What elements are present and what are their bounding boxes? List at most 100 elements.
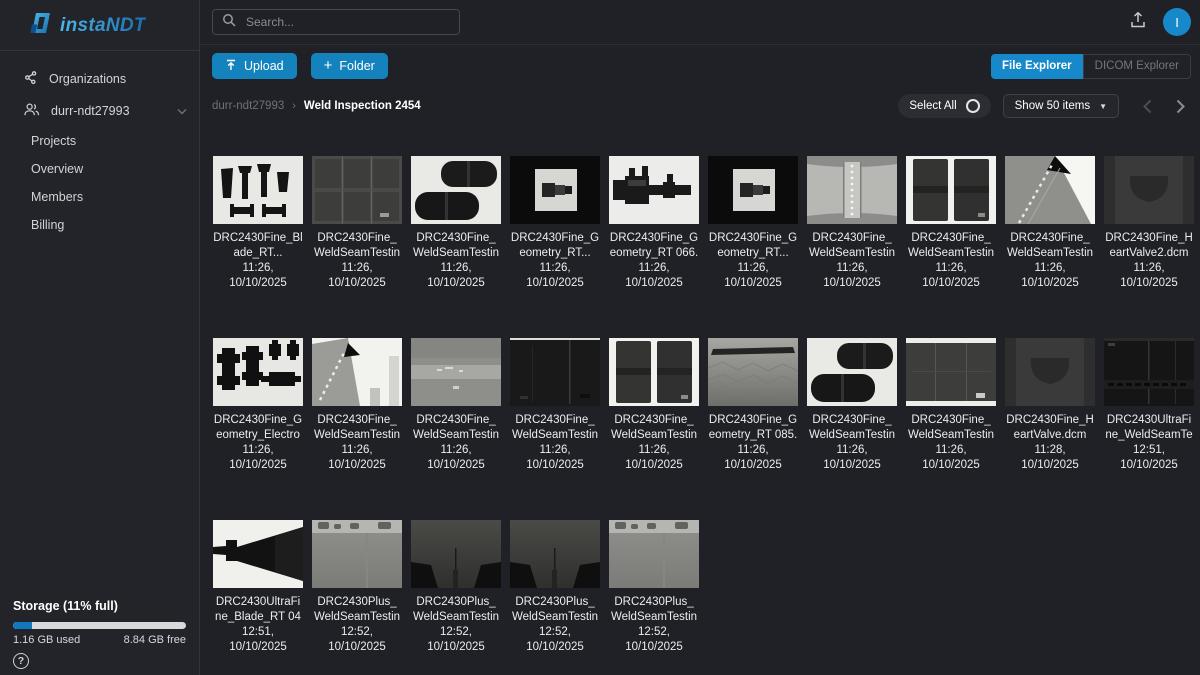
file-card[interactable]: DRC2430Plus_WeldSeamTesting_Inc...12:52,… <box>312 520 402 655</box>
file-card[interactable]: DRC2430Fine_HeartValve2.dcm11:26, 10/10/… <box>1104 156 1194 291</box>
file-timestamp: 11:26, 10/10/2025 <box>411 261 501 291</box>
breadcrumb-parent[interactable]: durr-ndt27993 <box>212 100 284 112</box>
file-thumbnail[interactable] <box>510 338 600 406</box>
file-name: DRC2430Plus_WeldSeamTesting_Inc... <box>609 595 699 625</box>
prev-page-button[interactable] <box>1143 99 1152 114</box>
file-thumbnail[interactable] <box>411 338 501 406</box>
file-grid: DRC2430Fine_Blade_RT...11:26, 10/10/2025… <box>200 126 1200 655</box>
file-timestamp: 12:52, 10/10/2025 <box>411 625 501 655</box>
file-timestamp: 11:26, 10/10/2025 <box>411 443 501 473</box>
file-thumbnail[interactable] <box>213 156 303 224</box>
file-thumbnail[interactable] <box>312 156 402 224</box>
file-card[interactable]: DRC2430Fine_WeldSeamTesting_RT...11:26, … <box>411 156 501 291</box>
file-thumbnail[interactable] <box>510 520 600 588</box>
sidebar-item-projects[interactable]: Projects <box>0 127 199 155</box>
file-card[interactable]: DRC2430Fine_WeldSeamTesting_RT...11:26, … <box>807 338 897 473</box>
app-window: instaNDT Organizations <box>0 0 1200 675</box>
file-name: DRC2430Fine_Geometry_Electronic... <box>213 413 303 443</box>
file-thumbnail[interactable] <box>411 520 501 588</box>
file-thumbnail[interactable] <box>807 156 897 224</box>
show-items-dropdown[interactable]: Show 50 items ▼ <box>1003 94 1119 118</box>
file-name: DRC2430Fine_WeldSeamTesting_RT... <box>906 231 996 261</box>
file-timestamp: 11:26, 10/10/2025 <box>807 261 897 291</box>
file-thumbnail[interactable] <box>1005 156 1095 224</box>
file-thumbnail[interactable] <box>411 156 501 224</box>
file-card[interactable]: DRC2430Fine_HeartValve.dcm11:28, 10/10/2… <box>1005 338 1095 473</box>
file-card[interactable]: DRC2430Fine_WeldSeamTesting_RT...11:26, … <box>609 338 699 473</box>
file-card[interactable]: DRC2430Plus_WeldSeamTesting_Inc...12:52,… <box>609 520 699 655</box>
topbar: I <box>200 0 1200 45</box>
file-card[interactable]: DRC2430Fine_WeldSeamTesting_RT...11:26, … <box>906 338 996 473</box>
upload-button[interactable]: Upload <box>212 53 297 79</box>
file-timestamp: 11:26, 10/10/2025 <box>213 261 303 291</box>
file-thumbnail[interactable] <box>312 520 402 588</box>
sidebar-item-organizations[interactable]: Organizations <box>0 63 199 95</box>
file-card[interactable]: DRC2430UltraFine_Blade_RT 047.dcm12:51, … <box>213 520 303 655</box>
new-folder-button[interactable]: + Folder <box>311 53 388 79</box>
sidebar-item-billing[interactable]: Billing <box>0 211 199 239</box>
file-timestamp: 11:26, 10/10/2025 <box>906 261 996 291</box>
search-input[interactable] <box>244 14 450 30</box>
file-card[interactable]: DRC2430Fine_WeldSeamTesting_RT...11:26, … <box>312 156 402 291</box>
main-content: I Upload + Folder File Explorer DICOM Ex… <box>200 0 1200 675</box>
file-thumbnail[interactable] <box>213 520 303 588</box>
file-name: DRC2430Fine_WeldSeamTesting_350... <box>1005 231 1095 261</box>
file-name: DRC2430Fine_Geometry_RT 085.dcm <box>708 413 798 443</box>
file-card[interactable]: DRC2430Fine_Geometry_RT...11:26, 10/10/2… <box>510 156 600 291</box>
explorer-tabs: File Explorer DICOM Explorer <box>991 54 1191 79</box>
file-card[interactable]: DRC2430Fine_WeldSeamTesting_Por...11:26,… <box>411 338 501 473</box>
file-timestamp: 11:26, 10/10/2025 <box>708 443 798 473</box>
file-timestamp: 11:26, 10/10/2025 <box>312 443 402 473</box>
file-card[interactable]: DRC2430Fine_WeldSeamTesting_180...11:26,… <box>807 156 897 291</box>
next-page-button[interactable] <box>1176 99 1185 114</box>
file-card[interactable]: DRC2430Plus_WeldSeamTesting_Inc...12:52,… <box>510 520 600 655</box>
search-box[interactable] <box>212 9 460 35</box>
file-card[interactable]: DRC2430Fine_Geometry_RT...11:26, 10/10/2… <box>708 156 798 291</box>
file-thumbnail[interactable] <box>807 338 897 406</box>
select-all-radio-icon[interactable] <box>966 99 980 113</box>
export-icon[interactable] <box>1129 11 1147 34</box>
file-card[interactable]: DRC2430Fine_Geometry_RT 066.dcm11:26, 10… <box>609 156 699 291</box>
app-logo[interactable]: instaNDT <box>0 0 199 50</box>
file-thumbnail[interactable] <box>906 338 996 406</box>
file-thumbnail[interactable] <box>510 156 600 224</box>
file-timestamp: 11:26, 10/10/2025 <box>1005 261 1095 291</box>
file-name: DRC2430Plus_WeldSeamTesting_Inc... <box>510 595 600 625</box>
file-thumbnail[interactable] <box>708 156 798 224</box>
select-all-button[interactable]: Select All <box>898 94 990 118</box>
file-card[interactable]: DRC2430Plus_WeldSeamTesting_Inc...12:52,… <box>411 520 501 655</box>
pagination <box>1131 99 1197 114</box>
file-thumbnail[interactable] <box>1005 338 1095 406</box>
file-thumbnail[interactable] <box>906 156 996 224</box>
file-card[interactable]: DRC2430Fine_Geometry_Electronic...11:26,… <box>213 338 303 473</box>
file-thumbnail[interactable] <box>609 338 699 406</box>
chevron-down-icon[interactable] <box>177 104 187 118</box>
file-card[interactable]: DRC2430Fine_Geometry_RT 085.dcm11:26, 10… <box>708 338 798 473</box>
file-thumbnail[interactable] <box>708 338 798 406</box>
file-timestamp: 11:26, 10/10/2025 <box>510 443 600 473</box>
file-name: DRC2430Plus_WeldSeamTesting_Inc... <box>411 595 501 625</box>
file-thumbnail[interactable] <box>609 520 699 588</box>
users-icon <box>23 102 40 120</box>
avatar[interactable]: I <box>1163 8 1191 36</box>
file-thumbnail[interactable] <box>312 338 402 406</box>
sidebar-item-overview[interactable]: Overview <box>0 155 199 183</box>
tab-file-explorer[interactable]: File Explorer <box>991 54 1083 79</box>
file-timestamp: 12:52, 10/10/2025 <box>510 625 600 655</box>
file-thumbnail[interactable] <box>1104 338 1194 406</box>
sidebar-item-members[interactable]: Members <box>0 183 199 211</box>
file-grid-row: DRC2430Fine_Blade_RT...11:26, 10/10/2025… <box>213 156 1200 291</box>
file-thumbnail[interactable] <box>609 156 699 224</box>
file-thumbnail[interactable] <box>213 338 303 406</box>
file-card[interactable]: DRC2430Fine_WeldSeamTesting_0-1...11:26,… <box>312 338 402 473</box>
file-card[interactable]: DRC2430Fine_WeldSeamTesting_350...11:26,… <box>1005 156 1095 291</box>
tab-dicom-explorer[interactable]: DICOM Explorer <box>1083 54 1191 79</box>
file-card[interactable]: DRC2430Fine_WeldSeamTesting_RT...11:26, … <box>906 156 996 291</box>
file-card[interactable]: DRC2430UltraFine_WeldSeamTestin...12:51,… <box>1104 338 1194 473</box>
help-icon[interactable]: ? <box>13 653 29 669</box>
file-thumbnail[interactable] <box>1104 156 1194 224</box>
file-timestamp: 11:26, 10/10/2025 <box>708 261 798 291</box>
sidebar-item-organization[interactable]: durr-ndt27993 <box>0 95 199 127</box>
file-card[interactable]: DRC2430Fine_WeldSeamTesting_RT...11:26, … <box>510 338 600 473</box>
file-card[interactable]: DRC2430Fine_Blade_RT...11:26, 10/10/2025 <box>213 156 303 291</box>
